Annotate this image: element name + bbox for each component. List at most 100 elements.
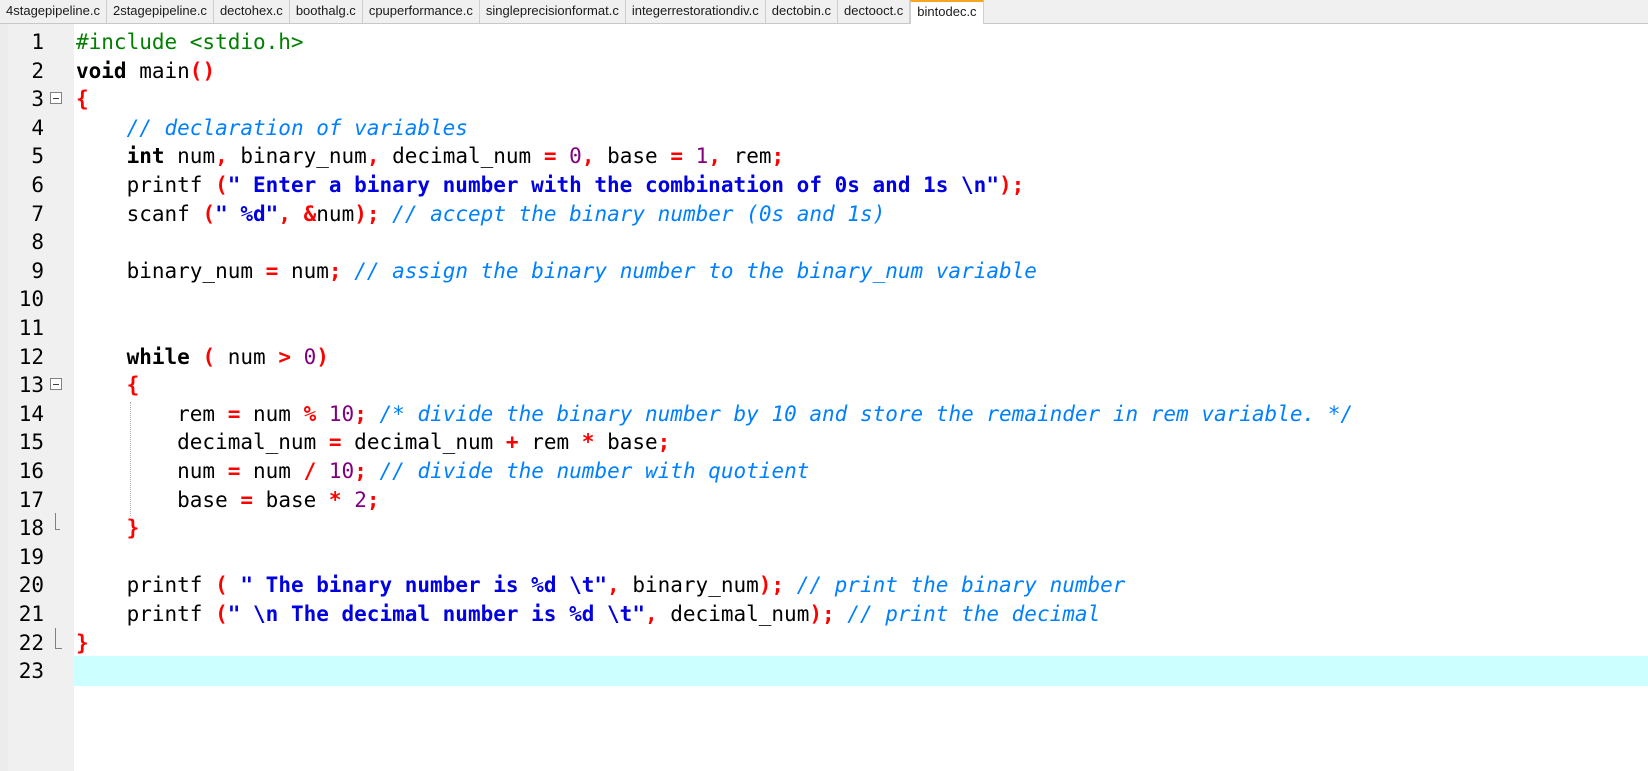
code-line[interactable]: decimal_num = decimal_num + rem * base; [76,427,670,457]
code-line[interactable]: { [76,370,140,400]
fold-collapse-icon[interactable] [50,370,62,400]
tab-dectooct-c[interactable]: dectooct.c [838,0,911,23]
code-token: ( [202,201,216,226]
code-line[interactable]: printf (" \n The decimal number is %d \t… [76,599,1101,629]
code-token: base [76,487,241,512]
code-line[interactable]: int num, binary_num, decimal_num = 0, ba… [76,141,785,171]
code-line[interactable]: num = num / 10; // divide the number wit… [76,456,809,486]
code-token: // accept the binary number (0s and 1s) [392,201,886,226]
tab-cpuperformance-c[interactable]: cpuperformance.c [363,0,480,23]
code-line[interactable]: binary_num = num; // assign the binary n… [76,256,1037,286]
code-token: binary_num [227,144,367,169]
code-token: = [670,144,683,169]
code-token: = [328,430,342,455]
code-line[interactable]: rem = num % 10; /* divide the binary num… [76,399,1353,429]
code-token: ( [215,573,228,598]
code-token: binary_num [76,258,266,283]
code-token: base [253,487,329,512]
code-token: ; [366,487,380,512]
code-line[interactable]: } [76,628,89,658]
tab-bintodec-c[interactable]: bintodec.c [910,0,984,24]
code-token: printf [76,573,216,598]
code-editor[interactable]: 1 #include <stdio.h> 2 void main() 3{4 // de… [0,24,1648,771]
tab-dectobin-c[interactable]: dectobin.c [766,0,839,23]
code-token: = [227,401,241,426]
tab-4stagepipeline-c[interactable]: 4stagepipeline.c [0,0,107,23]
tab-dectohex-c[interactable]: dectohex.c [214,0,290,23]
code-token: scanf [76,201,203,226]
code-line[interactable]: while ( num > 0) [76,342,329,372]
code-token: 10 [328,459,355,483]
code-token: #include <stdio.h> [76,30,304,54]
line-number: 16 [18,459,44,483]
code-token: = [265,258,279,283]
code-token: ) [316,344,329,369]
line-number: 15 [18,430,44,455]
code-token: main [126,58,190,83]
line-number: 14 [18,401,44,426]
code-token: + [505,430,519,455]
code-token: { [126,373,140,398]
code-line[interactable]: scanf (" %d", &num); // accept the binar… [76,199,886,229]
code-token: printf [76,173,216,197]
code-token: " Enter a binary number with the combina… [227,173,999,197]
code-token: 0 [303,344,317,369]
line-number: 6 [31,173,44,197]
code-token: ( [202,344,216,369]
line-number: 23 [18,659,44,684]
line-number: 9 [31,258,44,283]
code-token: while [126,344,190,369]
code-token: = [240,487,254,512]
code-token: * [581,430,595,455]
code-token: } [126,516,140,541]
code-line[interactable]: base = base * 2; [76,485,380,515]
code-token: ; [771,144,785,169]
code-token: ; [354,459,367,483]
line-number: 22 [18,630,44,655]
tab-2stagepipeline-c[interactable]: 2stagepipeline.c [107,0,214,23]
code-line[interactable]: } [76,513,140,543]
tab-integerrestorationdiv-c[interactable]: integerrestorationdiv.c [626,0,766,23]
code-token: ( [215,602,228,626]
code-token: // print the binary number [796,573,1126,598]
code-token: // print the decimal [847,602,1101,626]
code-token: " %d" [215,201,279,226]
code-line[interactable]: printf (" Enter a binary number with the… [76,170,1025,200]
code-token: base [594,430,658,455]
code-line[interactable]: #include <stdio.h> [76,27,304,57]
code-token: ); [758,573,785,598]
line-number: 1 [31,30,44,54]
code-line[interactable]: void main() [76,56,215,86]
code-token: rem [720,144,772,169]
code-token: ); [998,173,1025,197]
line-number: 4 [31,115,44,140]
code-line[interactable]: // declaration of variables [76,113,468,143]
code-token: int [126,144,165,169]
code-token: // declaration of variables [126,115,468,140]
code-token: , [366,144,380,169]
code-token: num [164,144,216,169]
tab-singleprecisionformat-c[interactable]: singleprecisionformat.c [480,0,626,23]
code-token: , [708,144,721,169]
code-token: ; [354,401,367,426]
code-line[interactable]: printf ( " The binary number is %d \t", … [76,570,1126,600]
code-line[interactable]: { [76,84,89,114]
code-token: > [278,344,291,369]
code-token: { [76,87,89,112]
code-token: " The binary number is %d \t" [240,573,608,598]
code-token: = [227,459,241,483]
fold-end-marker [50,627,62,658]
code-token: ( [215,173,228,197]
fold-collapse-icon[interactable] [50,84,62,114]
line-number: 5 [31,144,44,169]
tab-boothalg-c[interactable]: boothalg.c [290,0,363,23]
code-token: num [240,459,304,483]
